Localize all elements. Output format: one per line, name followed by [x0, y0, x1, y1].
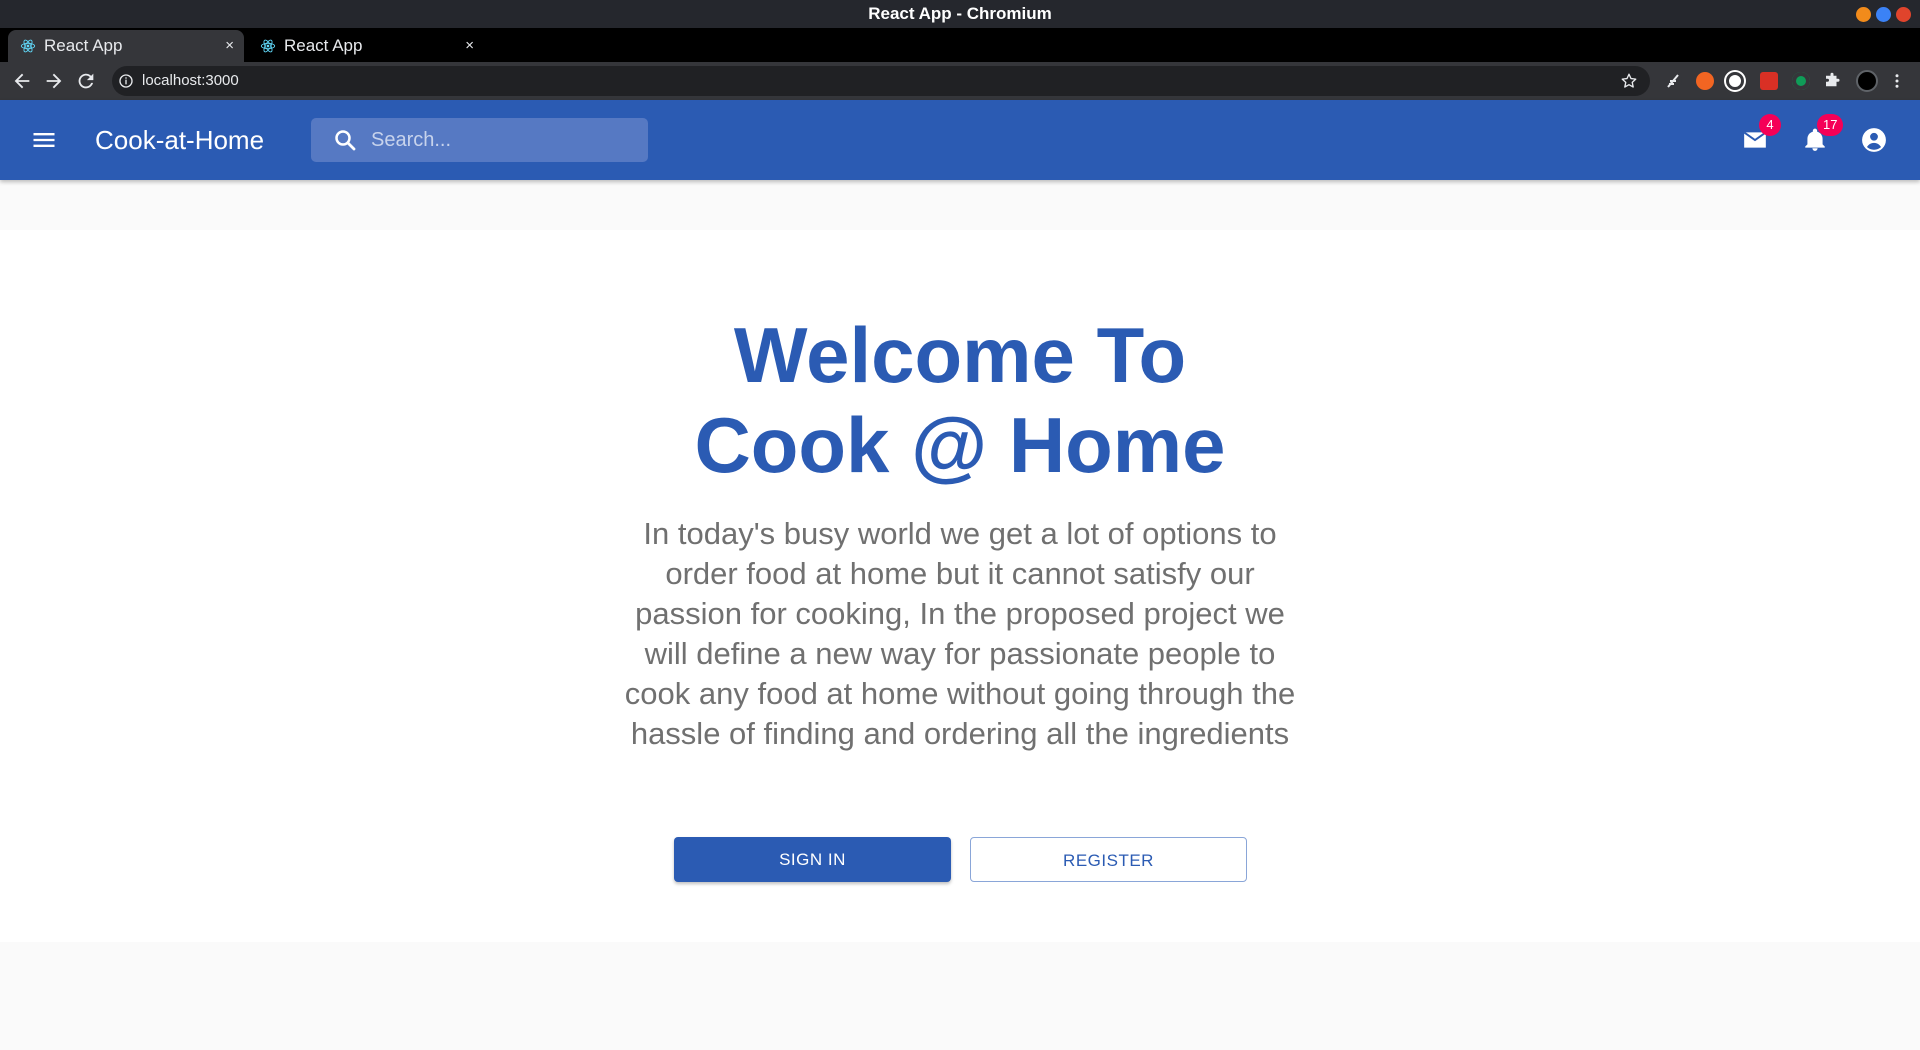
hero-title-line1: Welcome To: [733, 311, 1187, 399]
window-titlebar: React App - Chromium: [0, 0, 1920, 28]
search-box[interactable]: [311, 118, 648, 162]
mail-badge: 4: [1759, 114, 1781, 136]
close-window-button[interactable]: [1896, 7, 1911, 22]
window-title: React App - Chromium: [868, 4, 1052, 23]
search-input[interactable]: [371, 118, 641, 162]
sign-in-button[interactable]: SIGN IN: [674, 837, 951, 882]
forward-arrow-icon[interactable]: [43, 70, 65, 92]
profile-avatar-icon[interactable]: [1856, 70, 1878, 92]
address-bar[interactable]: localhost:3000: [112, 66, 1650, 96]
tab-close-icon[interactable]: ×: [465, 30, 474, 62]
extension-feather-icon[interactable]: [1664, 72, 1682, 90]
hero-title: Welcome To Cook @ Home: [560, 310, 1360, 490]
minimize-button[interactable]: [1856, 7, 1871, 22]
browser-toolbar: localhost:3000: [0, 62, 1920, 100]
register-button[interactable]: REGISTER: [970, 837, 1247, 882]
tab-title: React App: [284, 36, 363, 55]
more-menu-icon[interactable]: [1888, 72, 1906, 90]
extension-red-icon[interactable]: [1760, 72, 1778, 90]
account-button[interactable]: [1854, 120, 1894, 160]
tab-close-icon[interactable]: ×: [225, 30, 234, 62]
info-icon[interactable]: [118, 73, 134, 89]
hero-section: Welcome To Cook @ Home In today's busy w…: [0, 230, 1920, 942]
hero-description: In today's busy world we get a lot of op…: [624, 516, 1296, 751]
mail-button[interactable]: 4: [1735, 114, 1781, 160]
app-bar: Cook-at-Home 4 17: [0, 100, 1920, 180]
notifications-button[interactable]: 17: [1795, 114, 1844, 160]
url-text[interactable]: localhost:3000: [142, 66, 239, 96]
extension-green-icon[interactable]: [1792, 72, 1810, 90]
reload-icon[interactable]: [75, 70, 97, 92]
react-logo-icon: [260, 39, 276, 53]
extension-circle-icon[interactable]: [1726, 72, 1744, 90]
menu-icon[interactable]: [30, 126, 58, 154]
tab-react-app-2[interactable]: React App ×: [248, 30, 484, 62]
notifications-badge: 17: [1817, 114, 1844, 136]
back-arrow-icon[interactable]: [11, 70, 33, 92]
bookmark-star-icon[interactable]: [1620, 72, 1638, 90]
tab-strip: React App × React App × +: [0, 28, 1920, 85]
tab-title: React App: [44, 36, 123, 55]
app-title: Cook-at-Home: [95, 125, 265, 155]
react-logo-icon: [20, 39, 36, 53]
hero-title-line2: Cook @ Home: [694, 401, 1226, 489]
extension-orange-icon[interactable]: [1696, 72, 1714, 90]
extensions-puzzle-icon[interactable]: [1823, 72, 1841, 90]
search-icon: [335, 130, 356, 151]
tab-react-app-1[interactable]: React App ×: [8, 30, 244, 62]
account-circle-icon: [1862, 128, 1886, 152]
maximize-button[interactable]: [1876, 7, 1891, 22]
